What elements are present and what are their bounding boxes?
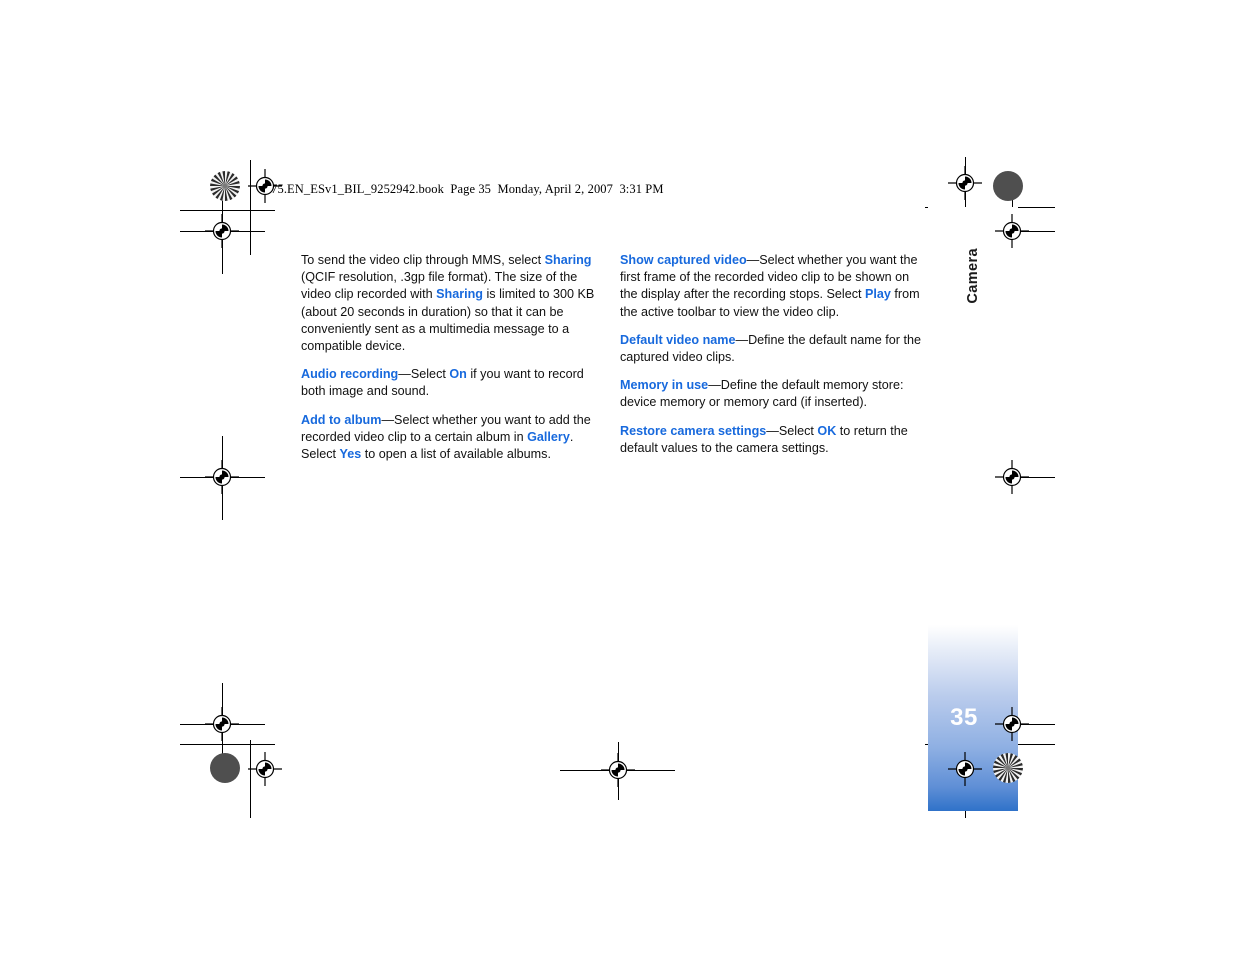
paragraph-audio-recording: Audio recording—Select On if you want to… [301,366,604,400]
body-text: —Select [766,423,818,438]
density-patch-top-right [993,171,1023,201]
registration-target-bottom-center [601,753,635,787]
ui-term: Add to album [301,412,382,427]
registration-target-upper-left [205,214,239,248]
paragraph-add-to-album: Add to album—Select whether you want to … [301,412,604,464]
ui-term: Gallery [527,429,570,444]
registration-target-lower-right [995,707,1029,741]
paragraph-memory-in-use: Memory in use—Define the default memory … [620,377,923,411]
paragraph-default-video-name: Default video name—Define the default na… [620,332,923,366]
density-patch-bottom-left [210,753,240,783]
crop-rule-bottom-left-h [180,744,275,745]
ui-term: Audio recording [301,367,399,382]
paragraph-restore-camera-settings: Restore camera settings—Select OK to ret… [620,423,923,457]
body-text: to open a list of available albums. [361,447,551,462]
ui-term: On [449,367,467,382]
registration-target-top-left [248,169,282,203]
ui-term: Sharing [544,253,592,267]
registration-target-mid-left [205,460,239,494]
ui-term: Sharing [436,287,483,302]
body-text: —Select [398,367,450,382]
page-number: 35 [950,704,978,731]
ui-term: OK [817,423,837,438]
crop-rule-top-left-h [180,210,275,211]
ui-term: Default video name [620,332,736,347]
ui-term: Show captured video [620,253,747,267]
document-page: N75.EN_ESv1_BIL_9252942.book Page 35 Mon… [0,0,1235,954]
registration-target-bottom-right [948,752,982,786]
body-text: To send the video clip through MMS, sele… [301,253,545,267]
ui-term: Yes [339,447,362,462]
moire-star-patch-bottom-right [993,753,1023,783]
registration-target-lower-left [205,707,239,741]
registration-target-mid-right [995,460,1029,494]
body-column-left: To send the video clip through MMS, sele… [301,252,604,463]
ui-term: Memory in use [620,378,709,393]
paragraph-mms-sharing: To send the video clip through MMS, sele… [301,252,604,355]
printer-header-text: N75.EN_ESv1_BIL_9252942.book Page 35 Mon… [262,182,664,196]
paragraph-show-captured-video: Show captured video—Select whether you w… [620,252,923,321]
body-column-right: Show captured video—Select whether you w… [620,252,923,457]
moire-star-patch-top-left [210,171,240,201]
ui-term: Play [865,287,891,302]
registration-target-upper-right [995,214,1029,248]
registration-target-top-right [948,166,982,200]
registration-target-bottom-left [248,752,282,786]
ui-term: Restore camera settings [620,423,767,438]
